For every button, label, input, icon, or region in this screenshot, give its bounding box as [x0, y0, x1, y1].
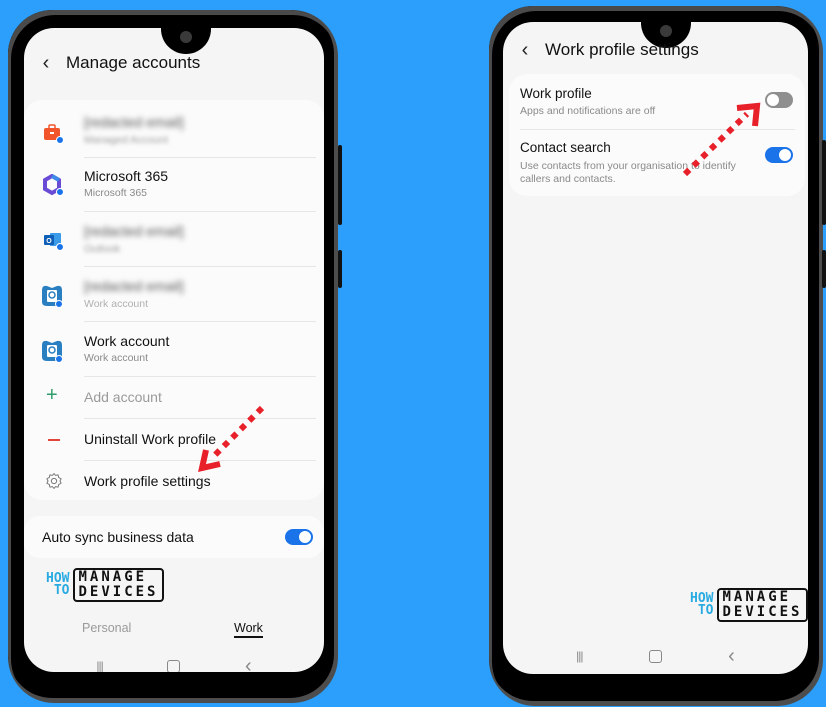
account-name: [redacted email]	[84, 223, 184, 239]
account-type: Microsoft 365	[84, 187, 148, 199]
home-button[interactable]	[167, 659, 181, 672]
recents-button[interactable]: |||	[96, 659, 103, 672]
add-account-button[interactable]: + Add account	[24, 380, 324, 416]
how-to-manage-devices-logo: HOW TO MANAGE DEVICES	[690, 588, 808, 622]
svg-text:O: O	[46, 238, 52, 245]
gear-icon	[46, 473, 62, 489]
microsoft-365-icon	[43, 174, 64, 196]
add-account-label: Add account	[84, 389, 162, 405]
logo-manage-devices: MANAGE DEVICES	[717, 588, 808, 622]
divider	[84, 157, 316, 158]
divider	[84, 266, 316, 267]
accounts-card: [redacted email] Managed Account Microso…	[24, 100, 324, 500]
left-screen: ‹ Manage accounts [redacted email] Manag…	[24, 28, 324, 672]
auto-sync-label: Auto sync business data	[42, 529, 194, 545]
divider	[84, 376, 316, 377]
account-item[interactable]: O [redacted email] Outlook	[24, 217, 324, 263]
account-item[interactable]: [redacted email] Work account	[24, 272, 324, 318]
navigation-bar: ||| ‹	[503, 645, 808, 668]
back-nav-button[interactable]: ‹	[728, 645, 735, 668]
setting-title: Work profile	[520, 86, 592, 101]
camera-icon	[660, 25, 672, 37]
account-item[interactable]: [redacted email] Managed Account	[24, 108, 324, 154]
account-name: [redacted email]	[84, 114, 184, 130]
account-name: Microsoft 365	[84, 168, 169, 184]
auto-sync-card: Auto sync business data	[24, 516, 324, 558]
plus-icon: +	[46, 384, 58, 406]
outlook-icon: O	[44, 233, 64, 251]
right-phone-volume-button	[822, 140, 826, 225]
tab-personal[interactable]: Personal	[82, 621, 131, 635]
home-button[interactable]	[648, 649, 662, 663]
camera-icon	[180, 31, 192, 43]
auto-sync-toggle[interactable]	[285, 529, 313, 545]
work-account-icon	[42, 340, 63, 363]
back-button[interactable]: ‹	[36, 52, 56, 75]
work-account-icon	[42, 285, 63, 308]
left-phone-power-button	[338, 250, 342, 288]
account-type: Managed Account	[84, 134, 169, 146]
back-button[interactable]: ‹	[515, 39, 535, 62]
right-phone-power-button	[822, 250, 826, 288]
setting-subtitle: Apps and notifications are off	[520, 105, 656, 117]
annotation-arrow-icon	[682, 102, 761, 177]
logo-how-to: HOW TO	[690, 591, 714, 618]
uninstall-work-profile-button[interactable]: Uninstall Work profile	[24, 422, 324, 458]
header: ‹ Manage accounts	[36, 50, 324, 76]
setting-title: Contact search	[520, 140, 611, 155]
back-nav-button[interactable]: ‹	[245, 655, 252, 673]
setting-subtitle-line2: callers and contacts.	[520, 173, 616, 185]
navigation-bar: ||| ‹	[24, 655, 324, 673]
account-item[interactable]: Microsoft 365 Microsoft 365	[24, 162, 324, 208]
account-type: Work account	[84, 298, 148, 310]
page-title: Work profile settings	[545, 40, 699, 59]
logo-manage-devices: MANAGE DEVICES	[73, 568, 164, 602]
left-phone-volume-button	[338, 145, 342, 225]
annotation-arrow-icon	[198, 405, 265, 472]
toggle-knob	[298, 530, 312, 544]
tab-work[interactable]: Work	[234, 621, 263, 638]
account-type: Outlook	[84, 243, 121, 255]
minus-icon	[48, 439, 60, 441]
account-item[interactable]: Work account Work account	[24, 327, 324, 373]
how-to-manage-devices-logo: HOW TO MANAGE DEVICES	[46, 568, 164, 602]
divider	[84, 211, 316, 212]
page-title: Manage accounts	[66, 53, 201, 72]
account-name: Work account	[84, 333, 170, 349]
logo-how-to: HOW TO	[46, 571, 70, 598]
account-name: [redacted email]	[84, 278, 184, 294]
divider	[84, 321, 316, 322]
recents-button[interactable]: |||	[576, 649, 583, 663]
header: ‹ Work profile settings	[515, 37, 808, 63]
account-type: Work account	[84, 352, 148, 364]
toggle-knob	[778, 148, 792, 162]
work-profile-settings-button[interactable]: Work profile settings	[24, 464, 324, 500]
briefcase-icon	[44, 124, 64, 144]
